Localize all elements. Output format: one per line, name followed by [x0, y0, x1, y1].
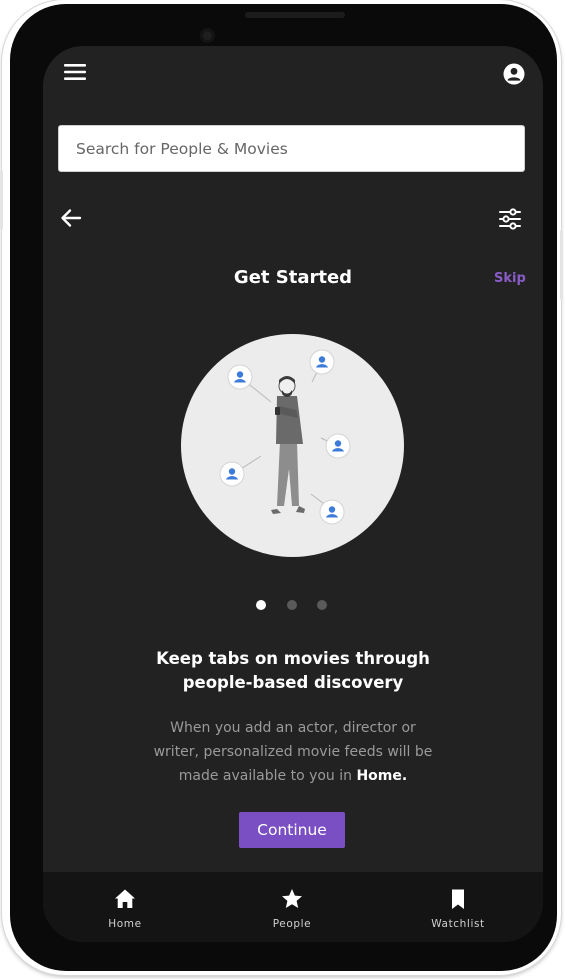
speaker-grille — [245, 12, 345, 18]
home-highlight: Home. — [356, 768, 408, 784]
front-camera — [200, 28, 215, 43]
app-screen: Get Started Skip — [43, 46, 543, 942]
person-avatar — [325, 433, 351, 459]
phone-body: Get Started Skip — [10, 4, 557, 971]
nav-label: Home — [108, 918, 142, 930]
power-button — [560, 230, 563, 300]
description-line: made available to you in Home. — [133, 764, 453, 788]
page-dot-1[interactable] — [256, 600, 266, 610]
person-icon — [227, 364, 253, 390]
description-line: When you add an actor, director or — [170, 720, 416, 736]
headline-line: people-based discovery — [182, 673, 404, 692]
person-avatar — [219, 461, 245, 487]
bookmark-icon — [452, 889, 464, 909]
home-icon — [115, 889, 135, 908]
page-dot-3[interactable] — [317, 600, 327, 610]
filter-sliders-icon[interactable] — [498, 207, 522, 231]
person-icon — [309, 349, 335, 375]
page-title: Get Started — [233, 267, 353, 288]
volume-button — [0, 170, 3, 230]
headline-line: Keep tabs on movies through — [156, 649, 430, 668]
nav-item-watchlist[interactable]: Watchlist — [403, 872, 513, 942]
nav-item-home[interactable]: Home — [70, 872, 180, 942]
skip-link[interactable]: Skip — [494, 271, 526, 286]
nav-label: Watchlist — [431, 918, 485, 930]
hamburger-menu-icon[interactable] — [63, 62, 87, 82]
person-avatar — [319, 499, 345, 525]
onboarding-description: When you add an actor, director or write… — [133, 716, 453, 788]
nav-label: People — [272, 918, 312, 930]
person-avatar — [309, 349, 335, 375]
star-icon — [282, 889, 302, 908]
search-input[interactable] — [58, 125, 525, 172]
continue-button[interactable]: Continue — [239, 812, 345, 848]
person-icon — [325, 433, 351, 459]
nav-item-people[interactable]: People — [237, 872, 347, 942]
onboarding-illustration — [181, 334, 404, 557]
person-avatar — [227, 364, 253, 390]
page-dot-2[interactable] — [287, 600, 297, 610]
carousel-pagination — [256, 600, 336, 610]
people-network-illustration — [232, 361, 339, 514]
description-line: writer, personalized movie feeds will be — [153, 744, 433, 760]
description-text: made available to you in — [178, 768, 353, 784]
onboarding-headline: Keep tabs on movies through people-based… — [143, 647, 443, 695]
back-arrow-icon[interactable] — [60, 207, 82, 229]
person-icon — [219, 461, 245, 487]
person-icon — [319, 499, 345, 525]
account-icon[interactable] — [502, 62, 526, 86]
bottom-navigation: Home People Watchlist — [43, 872, 543, 942]
